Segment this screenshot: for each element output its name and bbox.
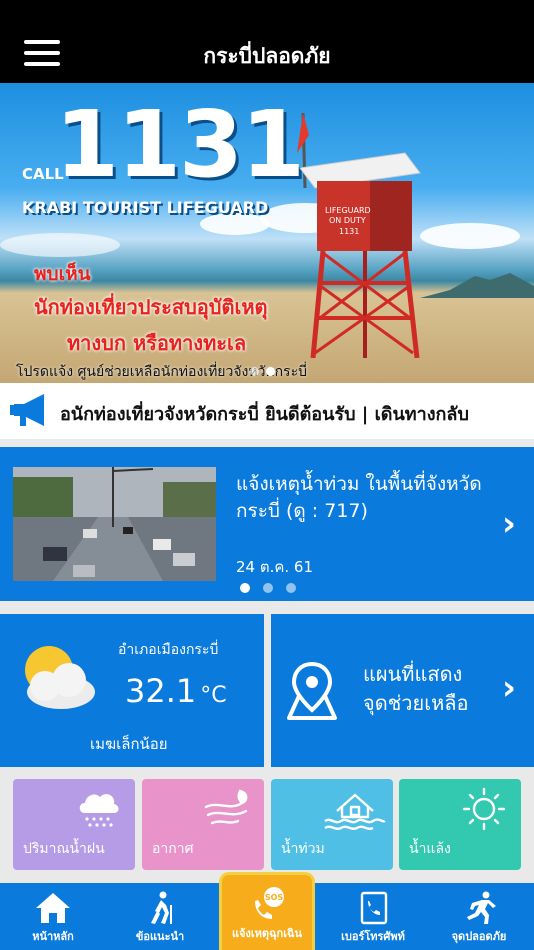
tile-label: น้ำแล้ง <box>409 841 451 857</box>
pagination-dot-active[interactable] <box>240 583 250 593</box>
island-silhouette <box>420 273 534 298</box>
temperature-unit: °C <box>200 683 227 708</box>
svg-text:ON DUTY: ON DUTY <box>329 216 366 225</box>
nav-phone-label: เบอร์โทรศัพท์ <box>341 930 405 943</box>
weather-district: อำเภอเมืองกระบี่ <box>118 642 219 658</box>
sun-icon <box>462 787 506 831</box>
flood-house-icon <box>324 793 386 830</box>
tile-flood[interactable]: น้ำท่วม <box>271 779 393 870</box>
tile-label: อากาศ <box>152 841 194 857</box>
wind-icon <box>204 789 248 825</box>
help-map-card[interactable]: แผนที่แสดง จุดช่วยเหลือ › <box>271 614 534 767</box>
phonebook-icon <box>360 891 388 925</box>
partly-cloudy-icon <box>25 646 95 709</box>
news-image <box>13 467 216 581</box>
chevron-right-icon[interactable]: › <box>502 504 516 544</box>
svg-text:1131: 1131 <box>339 227 359 236</box>
pagination-dot[interactable] <box>263 583 273 593</box>
tower-sign: LIFEGUARD <box>325 206 371 215</box>
app-title: กระบี่ปลอดภัย <box>203 44 331 68</box>
temperature-value: 32.1 <box>125 672 197 710</box>
map-title-line2: จุดช่วยเหลือ <box>363 691 469 715</box>
sos-badge: SOS <box>265 893 284 902</box>
weather-condition: เมฆเล็กน้อย <box>90 735 168 753</box>
map-title-line1: แผนที่แสดง <box>363 662 463 686</box>
megaphone-icon <box>10 394 44 426</box>
nav-home-label: หน้าหลัก <box>32 930 74 943</box>
lifeguard-tower-icon: LIFEGUARD ON DUTY 1131 <box>297 113 421 358</box>
nav-safe-points-label: จุดปลอดภัย <box>451 930 507 943</box>
nav-sos-button[interactable]: SOS แจ้งเหตุฉุกเฉิน <box>219 872 315 950</box>
announcement-ticker[interactable]: อนักท่องเที่ยวจังหวัดกระบี่ ยินดีต้อนรับ… <box>0 383 534 439</box>
nav-phone[interactable]: เบอร์โทรศัพท์ <box>323 883 423 950</box>
pagination-dot[interactable] <box>250 367 259 376</box>
tile-rainfall[interactable]: ปริมาณน้ำฝน <box>13 779 135 870</box>
chevron-right-icon[interactable]: › <box>502 668 516 708</box>
pagination-dot[interactable] <box>286 583 296 593</box>
home-icon <box>36 893 70 923</box>
weather-temperature: 32.1 °C <box>125 672 227 710</box>
nav-advice-label: ข้อแนะนำ <box>135 930 185 943</box>
sos-phone-icon: SOS <box>255 887 284 919</box>
ticker-text: อนักท่องเที่ยวจังหวัดกระบี่ ยินดีต้อนรับ… <box>60 404 469 425</box>
banner-subtitle: KRABI TOURIST LIFEGUARD <box>22 198 269 217</box>
news-date: 24 ต.ค. 61 <box>236 558 314 576</box>
map-pin-icon <box>287 662 337 720</box>
top-bar: กระบี่ปลอดภัย <box>0 0 534 83</box>
tile-label: ปริมาณน้ำฝน <box>23 841 105 857</box>
pagination-dot-active[interactable] <box>266 367 275 376</box>
tile-label: น้ำท่วม <box>281 841 325 857</box>
banner-number: 1131 <box>55 91 305 198</box>
banner-slogan-1: พบเห็น <box>34 263 91 285</box>
banner-call: CALL <box>22 165 64 183</box>
banner-slogan-3: ทางบก หรือทางทะเล <box>67 331 247 355</box>
promo-banner[interactable]: 1131 CALL KRABI TOURIST LIFEGUARD พบเห็น… <box>0 83 534 383</box>
walking-person-icon <box>151 891 172 924</box>
nav-sos-label: แจ้งเหตุฉุกเฉิน <box>232 927 302 940</box>
news-pagination[interactable] <box>240 578 309 597</box>
nav-safe-points[interactable]: จุดปลอดภัย <box>429 883 529 950</box>
rain-cloud-icon <box>79 794 119 827</box>
banner-slogan-2: นักท่องเที่ยวประสบอุบัติเหตุ <box>34 295 268 319</box>
banner-pagination[interactable] <box>250 361 282 380</box>
tile-drought[interactable]: น้ำแล้ง <box>399 779 521 870</box>
nav-home[interactable]: หน้าหลัก <box>3 883 103 950</box>
tile-weather[interactable]: อากาศ <box>142 779 264 870</box>
map-title: แผนที่แสดง จุดช่วยเหลือ <box>363 660 469 718</box>
news-title: แจ้งเหตุน้ำท่วม ในพื้นที่จังหวัดกระบี่ (… <box>236 473 482 522</box>
news-card[interactable]: แจ้งเหตุน้ำท่วม ในพื้นที่จังหวัดกระบี่ (… <box>0 447 534 601</box>
weather-card[interactable]: อำเภอเมืองกระบี่ 32.1 °C เมฆเล็กน้อย <box>0 614 264 767</box>
nav-advice[interactable]: ข้อแนะนำ <box>110 883 210 950</box>
running-person-icon <box>467 891 496 924</box>
